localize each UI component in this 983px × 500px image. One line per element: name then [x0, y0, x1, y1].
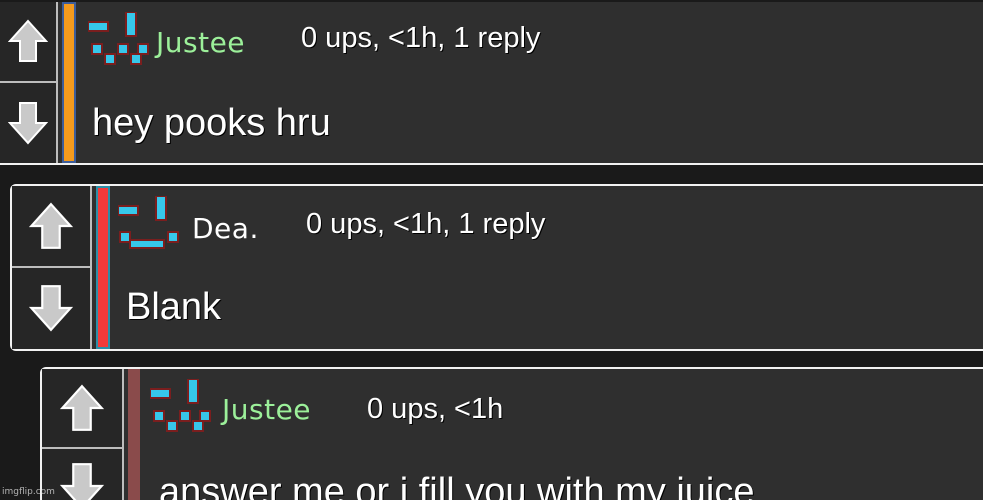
vote-column	[0, 2, 58, 163]
comment-card: Justee 0 ups, <1h answer me or i fill yo…	[40, 367, 983, 500]
comment-meta: 0 ups, <1h	[367, 393, 504, 425]
username-link[interactable]: Dea.	[192, 212, 259, 245]
up-arrow-icon	[60, 384, 104, 431]
comment-color-bar	[128, 369, 140, 500]
up-arrow-icon	[29, 202, 73, 249]
comment-meta: 0 ups, <1h, 1 reply	[306, 208, 546, 240]
downvote-button[interactable]	[0, 82, 56, 163]
pixel-face-icon[interactable]	[150, 379, 214, 437]
username-link[interactable]: Justee	[222, 393, 311, 426]
comment-text: hey pooks hru	[92, 102, 331, 144]
upvote-button[interactable]	[12, 186, 90, 268]
comment-text: answer me or i fill you with my juice	[159, 471, 755, 500]
up-arrow-icon	[8, 19, 48, 63]
comment-text: Blank	[126, 286, 222, 328]
comment-meta: 0 ups, <1h, 1 reply	[301, 22, 541, 54]
downvote-button[interactable]	[12, 267, 90, 349]
vote-column	[42, 369, 124, 500]
username-link[interactable]: Justee	[156, 26, 245, 59]
pixel-face-icon[interactable]	[118, 196, 182, 254]
comment-color-bar	[62, 2, 76, 163]
down-arrow-icon	[60, 462, 104, 500]
vote-column	[12, 186, 92, 349]
down-arrow-icon	[29, 285, 73, 332]
down-arrow-icon	[8, 101, 48, 145]
watermark: imgflip.com	[2, 487, 55, 497]
upvote-button[interactable]	[42, 369, 122, 449]
upvote-button[interactable]	[0, 2, 56, 83]
pixel-face-icon[interactable]	[88, 12, 152, 70]
comment-color-bar	[96, 186, 110, 349]
comment-card: Dea. 0 ups, <1h, 1 reply Blank	[10, 184, 983, 351]
comment-thread: Justee 0 ups, <1h, 1 reply hey pooks hru	[0, 0, 983, 500]
comment-card: Justee 0 ups, <1h, 1 reply hey pooks hru	[0, 2, 983, 165]
